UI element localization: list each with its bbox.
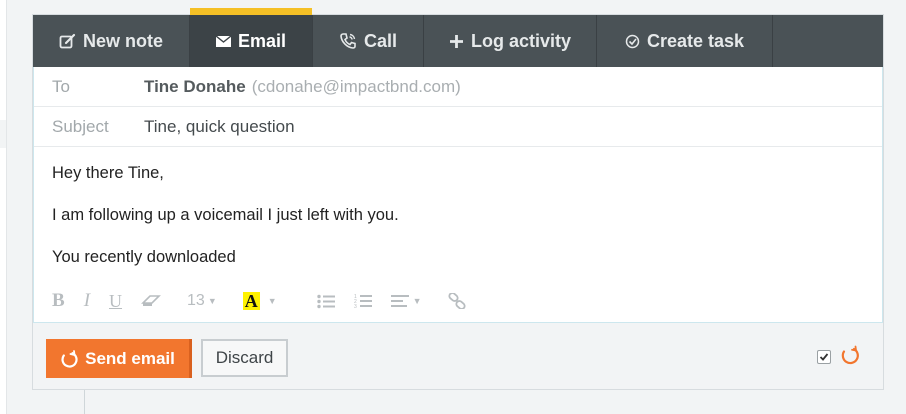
- send-email-button[interactable]: Send email: [46, 339, 192, 378]
- eraser-icon[interactable]: [141, 289, 161, 313]
- tab-email[interactable]: Email: [190, 8, 313, 67]
- timeline-line: [84, 390, 85, 414]
- tracking-sprocket-icon: [839, 345, 861, 367]
- align-left-icon: [390, 294, 409, 308]
- discard-button[interactable]: Discard: [201, 339, 288, 377]
- underline-button[interactable]: U: [109, 289, 122, 313]
- align-select[interactable]: ▼: [390, 289, 422, 313]
- tab-create-task[interactable]: Create task: [597, 15, 773, 67]
- text-color-select[interactable]: A ▼: [242, 289, 277, 313]
- subject-input[interactable]: Tine, quick question: [144, 117, 295, 137]
- svg-text:3: 3: [354, 304, 357, 309]
- chevron-down-icon: ▼: [267, 296, 277, 306]
- recipient-name: Tine Donahe: [144, 76, 246, 96]
- editor-toolbar: B I U 13 ▼ A ▼ 1 2 3 ▼: [52, 289, 485, 313]
- envelope-icon: [215, 35, 231, 47]
- check-circle-icon: [625, 34, 640, 49]
- font-size-select[interactable]: 13 ▼: [187, 289, 217, 313]
- link-icon[interactable]: [448, 289, 466, 313]
- tab-new-note[interactable]: New note: [33, 15, 190, 67]
- tab-log-activity-label: Log activity: [470, 30, 572, 51]
- left-panel-edge: [0, 0, 7, 414]
- tab-call-label: Call: [363, 30, 397, 51]
- recipient-email: (cdonahe@impactbnd.com): [251, 76, 461, 96]
- bold-button[interactable]: B: [52, 289, 65, 313]
- italic-button[interactable]: I: [84, 289, 90, 313]
- tab-call[interactable]: Call: [313, 15, 424, 67]
- left-panel-gap: [0, 120, 6, 148]
- subject-row[interactable]: Subject Tine, quick question: [34, 107, 882, 147]
- bulleted-list-icon[interactable]: [316, 289, 335, 313]
- chevron-down-icon: ▼: [207, 296, 217, 306]
- note-edit-icon: [59, 33, 76, 50]
- to-row[interactable]: To Tine Donahe (cdonahe@impactbnd.com): [34, 67, 882, 107]
- email-body-editor[interactable]: Hey there Tine, I am following up a voic…: [52, 159, 852, 285]
- text-color-icon: A: [242, 291, 260, 311]
- track-email-checkbox[interactable]: [817, 350, 831, 364]
- font-size-value: 13: [187, 292, 205, 309]
- body-line: You recently downloaded: [52, 248, 236, 266]
- phone-icon: [339, 32, 357, 50]
- hubspot-sprocket-icon: [60, 349, 78, 368]
- tab-bar-filler: [773, 15, 883, 67]
- tab-create-task-label: Create task: [646, 30, 745, 51]
- composer-footer: Send email Discard: [33, 323, 883, 389]
- numbered-list-icon[interactable]: 1 2 3: [354, 289, 372, 313]
- to-label: To: [52, 76, 70, 96]
- subject-label: Subject: [52, 116, 109, 136]
- chevron-down-icon: ▼: [412, 296, 422, 306]
- tab-log-activity[interactable]: Log activity: [424, 15, 597, 67]
- activity-composer: New note Email Call Log activity Create …: [32, 8, 884, 390]
- tab-email-label: Email: [237, 30, 287, 51]
- send-email-label: Send email: [85, 348, 175, 368]
- tab-new-note-label: New note: [82, 30, 163, 51]
- body-line: I am following up a voicemail I just lef…: [52, 206, 399, 224]
- body-line: Hey there Tine,: [52, 164, 164, 182]
- plus-icon: [449, 34, 464, 49]
- activity-tabs: New note Email Call Log activity Create …: [33, 8, 883, 67]
- email-form: To Tine Donahe (cdonahe@impactbnd.com) S…: [33, 67, 883, 323]
